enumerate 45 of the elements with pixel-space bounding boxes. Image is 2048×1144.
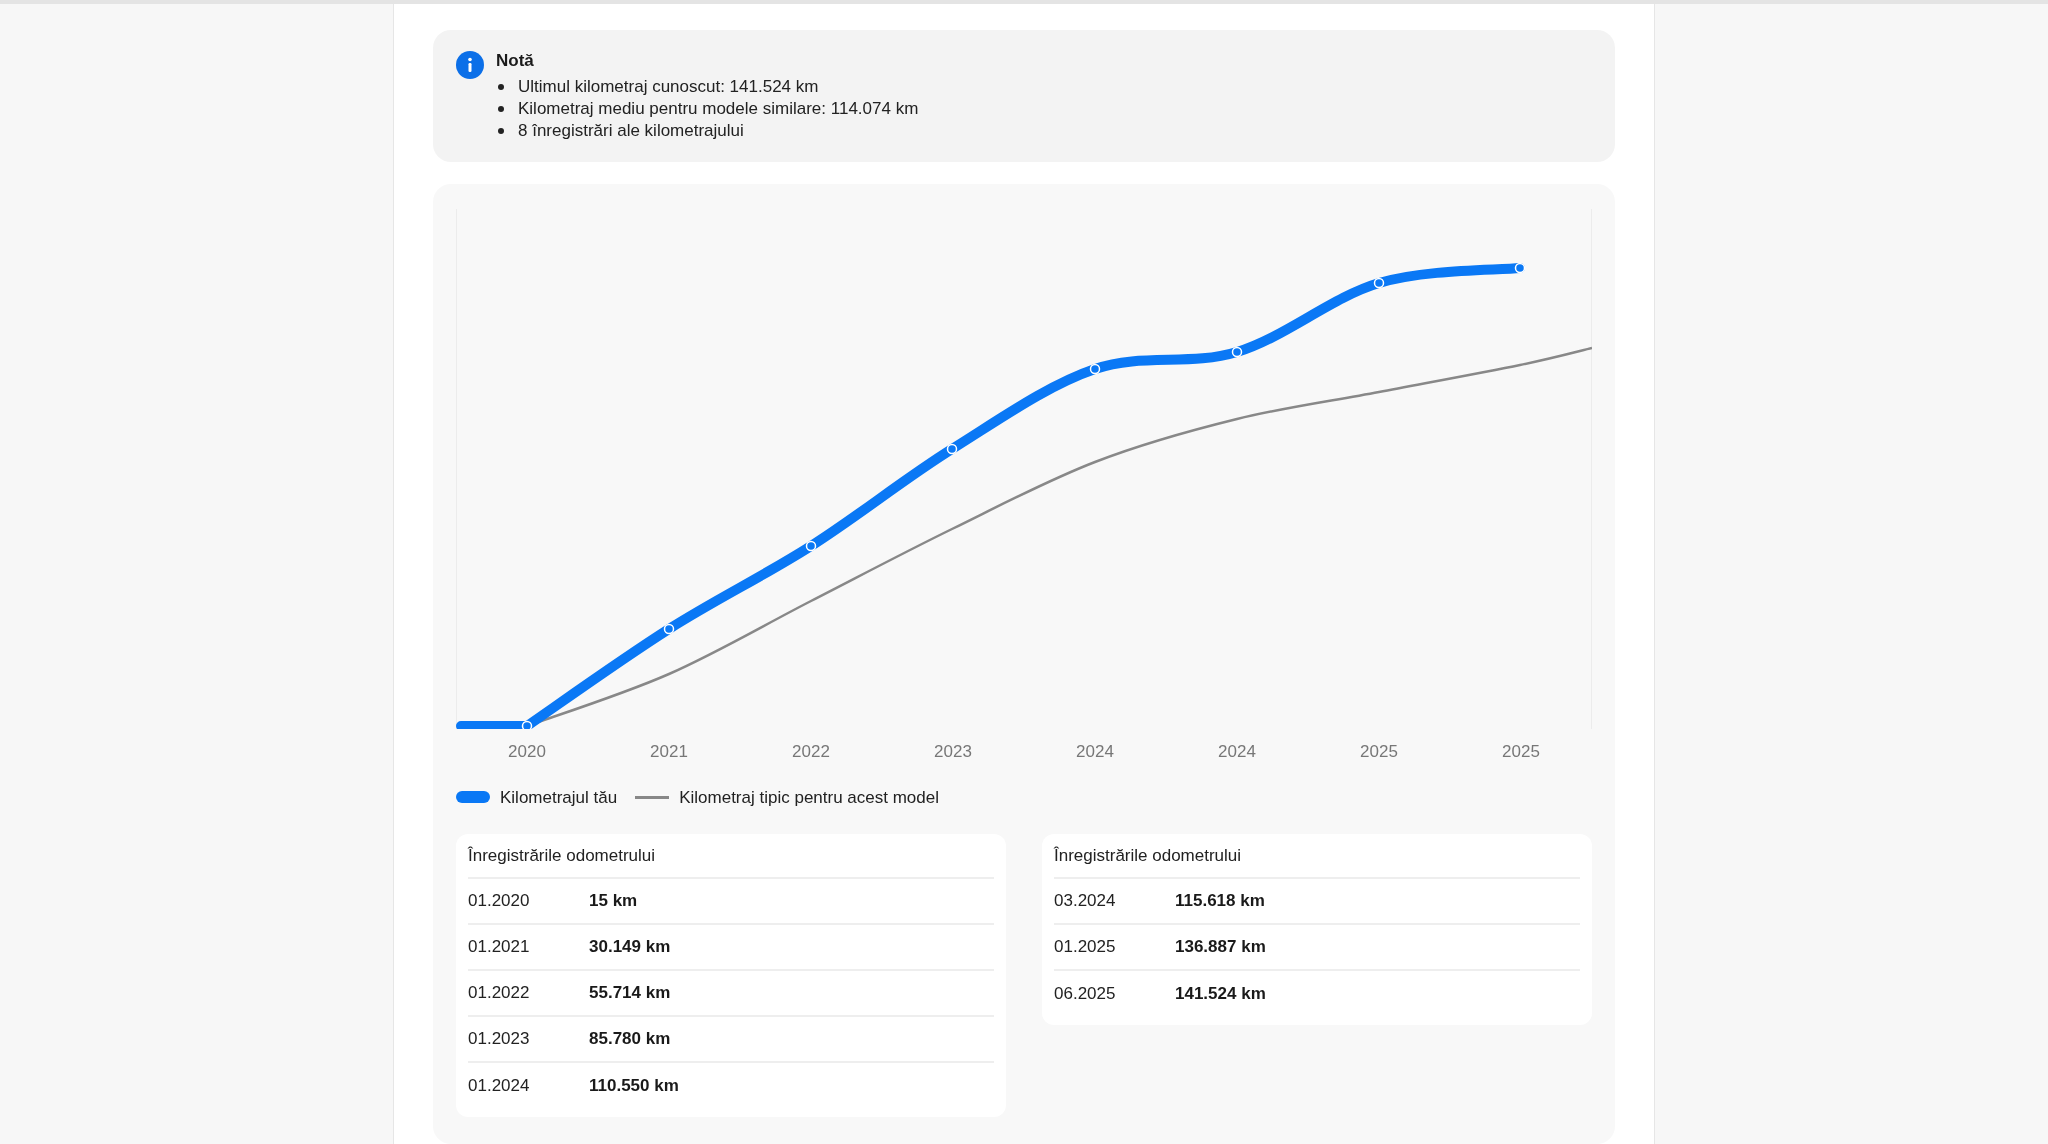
mileage-cell-text: 110.550 km [589,1075,679,1098]
data-point [521,720,533,729]
mileage-cell-text: 136.887 km [1175,936,1266,959]
data-point [946,443,958,455]
bullet-icon [498,84,504,90]
data-point [1231,346,1243,358]
axis-label: 2021 [650,741,688,763]
note-item: Ultimul kilometraj cunoscut: 141.524 km [518,76,819,98]
legend-label: Kilometrajul tău [500,786,618,809]
mileage-cell-text: 85.780 km [589,1028,671,1051]
axis-label: 2025 [1360,741,1398,763]
mileage-cell-text: 15 km [589,890,638,913]
date-cell-text: 01.2022 [468,982,531,1005]
note-item: 8 înregistrări ale kilometrajului [518,120,744,142]
bullet-icon [498,128,504,134]
axis-label: 2023 [934,741,972,763]
axis-label: 2022 [792,741,830,763]
note-item: Kilometraj mediu pentru modele similare: 114.074 km [518,98,919,120]
date-cell-text: 01.2020 [468,890,531,913]
legend-label: Kilometraj tipic pentru acest model [679,786,939,809]
table-title: Înregistrările odometrului [1054,844,1242,867]
axis-label: 2020 [508,741,546,763]
date-cell-text: 01.2023 [468,1028,531,1051]
table-title: Înregistrările odometrului [468,844,656,867]
date-cell-text: 06.2025 [1054,983,1117,1006]
date-cell-text: 03.2024 [1054,890,1117,913]
mileage-cell-text: 55.714 km [589,982,671,1005]
mileage-cell-text: 115.618 km [1175,890,1265,913]
date-cell-text: 01.2021 [468,936,531,959]
data-point [1373,277,1385,289]
data-point [805,540,817,552]
info-icon [456,51,484,79]
date-cell-text: 01.2024 [468,1075,531,1098]
mileage-cell-text: 141.524 km [1175,983,1266,1006]
data-point [663,623,675,635]
axis-label: 2025 [1502,741,1540,763]
bullet-icon [498,106,504,112]
axis-label: 2024 [1076,741,1114,763]
date-cell-text: 01.2025 [1054,936,1117,959]
data-point [1514,262,1526,274]
axis-label: 2024 [1218,741,1256,763]
legend-line-icon [635,795,670,799]
mileage-cell-text: 30.149 km [589,936,671,959]
data-point [1089,363,1101,375]
note-title: Notă [496,50,535,72]
